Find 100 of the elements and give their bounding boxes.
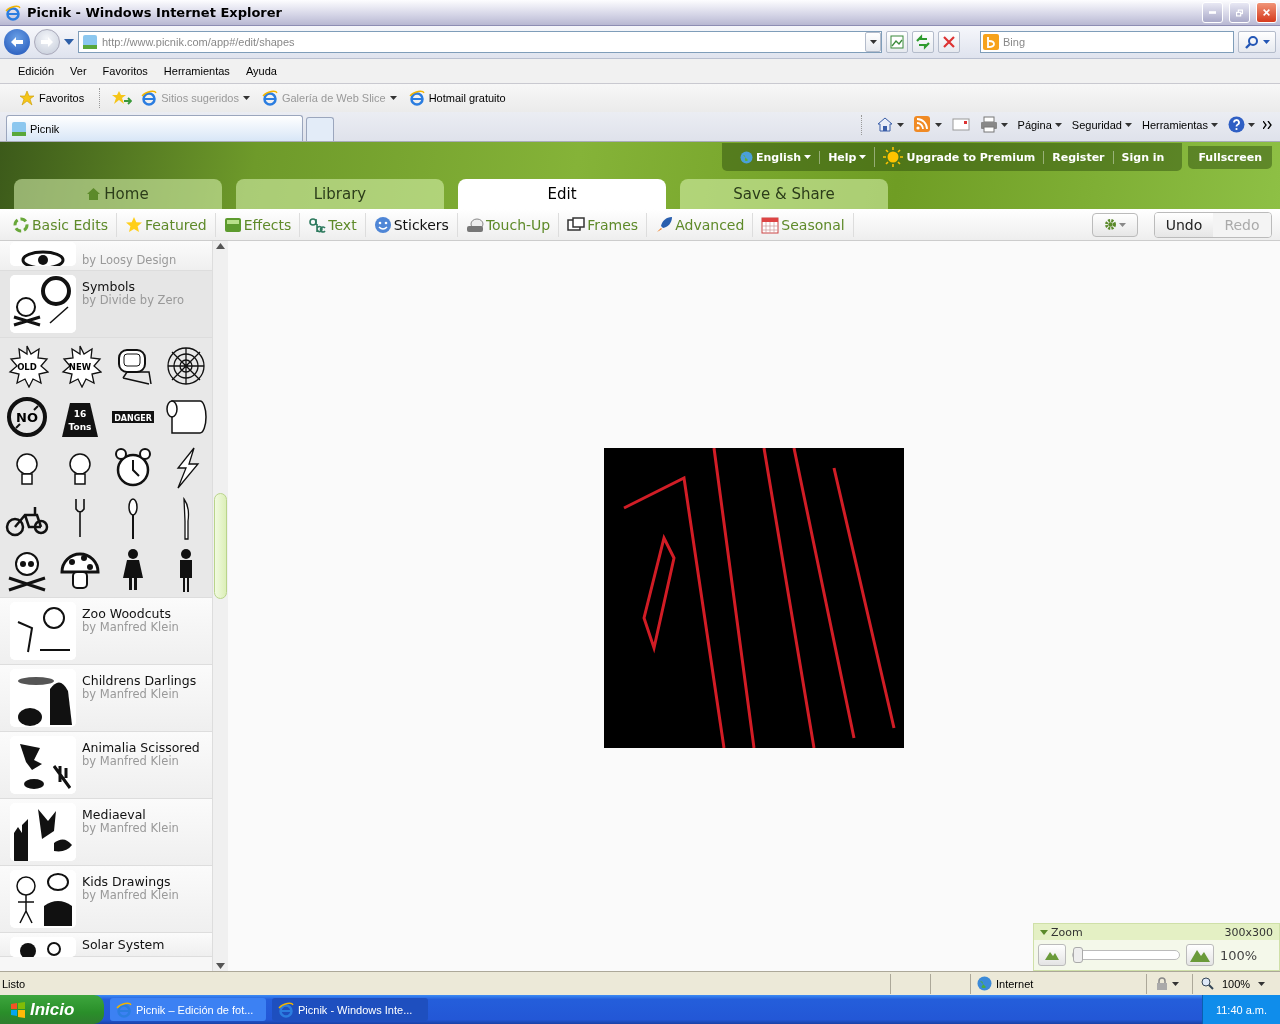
search-icon	[1244, 35, 1259, 49]
bing-logo-icon	[983, 34, 999, 50]
menu-item[interactable]: Herramientas	[155, 62, 238, 80]
main-tab[interactable]: Edit	[458, 179, 666, 209]
favorites-button[interactable]: Favoritos	[16, 88, 88, 108]
page-zoom-button[interactable]: 100%	[1199, 977, 1268, 990]
search-button[interactable]	[1238, 31, 1276, 53]
sticker-pack-item[interactable]: Childrens Darlings by Manfred Klein	[0, 665, 212, 732]
tool-tab[interactable]: Featured	[116, 212, 216, 237]
caret-icon	[1172, 981, 1179, 986]
feed-button[interactable]	[911, 116, 944, 133]
menu-item[interactable]: Edición	[10, 62, 63, 80]
pack-title: Animalia Scissored	[82, 740, 200, 755]
tool-tab[interactable]: Effects	[215, 212, 301, 237]
caret-icon	[1211, 122, 1218, 127]
image-size: 300x300	[1224, 925, 1273, 939]
pack-author: by Divide by Zero	[82, 294, 185, 307]
search-box[interactable]: Bing	[980, 31, 1234, 53]
command-menu[interactable]: Seguridad	[1069, 118, 1134, 131]
ie-logo-icon	[116, 1001, 132, 1018]
start-button[interactable]: Inicio	[0, 995, 104, 1024]
stop-button[interactable]	[938, 31, 960, 53]
back-button[interactable]	[4, 29, 30, 55]
pack-title: Childrens Darlings	[82, 673, 197, 688]
zoom-in-button[interactable]	[1186, 944, 1214, 966]
tool-tab[interactable]: Text	[300, 212, 366, 237]
collapse-caret-icon[interactable]	[1040, 929, 1048, 935]
sticker-pack-item[interactable]: Solar System	[0, 933, 212, 957]
star-icon	[19, 90, 35, 106]
address-field[interactable]: http://www.picnik.com/app#/edit/shapes	[78, 31, 882, 53]
command-menu[interactable]: Página	[1015, 118, 1064, 131]
menu-item[interactable]: Ayuda	[237, 62, 285, 80]
main-tab[interactable]: Save & Share	[680, 179, 888, 209]
favorites-link[interactable]: Hotmail gratuito	[405, 88, 509, 108]
tool-tab[interactable]: Seasonal	[753, 212, 854, 237]
mountain-icon	[1045, 950, 1059, 960]
tool-tab[interactable]: Frames	[559, 212, 648, 237]
sticker-text: 16 Tons	[68, 408, 91, 432]
refresh-ring-icon	[12, 215, 30, 234]
tool-tab[interactable]: Touch-Up	[457, 212, 560, 237]
pack-author: by Manfred Klein	[82, 621, 179, 634]
close-icon	[941, 34, 957, 50]
sticker-pack-item[interactable]: Mediaeval by Manfred Klein	[0, 799, 212, 866]
nosign-sticker[interactable]: NO	[4, 394, 49, 439]
zoom-out-button[interactable]	[1038, 944, 1066, 966]
header-link[interactable]: Help	[819, 150, 875, 164]
header-link[interactable]: Upgrade to Premium	[874, 147, 1044, 167]
fullscreen-button[interactable]: Fullscreen	[1188, 145, 1272, 169]
sticker-pack-item[interactable]: Symbols by Divide by Zero	[0, 271, 212, 338]
sticker-pack-item[interactable]: Zoo Woodcuts by Manfred Klein	[0, 598, 212, 665]
scrollbar-thumb[interactable]	[214, 493, 227, 599]
zoom-slider[interactable]	[1072, 950, 1180, 960]
caret-icon	[1248, 122, 1255, 127]
menu-item[interactable]: Ver	[62, 62, 95, 80]
main-tab[interactable]: Home	[14, 179, 222, 209]
sun-icon	[883, 147, 904, 167]
help-icon	[1228, 116, 1245, 133]
scroll-down-icon[interactable]	[216, 963, 225, 969]
sticker-text: NEW	[68, 361, 91, 372]
caret-icon	[242, 96, 250, 100]
caret-icon	[1124, 122, 1132, 127]
add-favorite-icon[interactable]	[112, 90, 133, 106]
pack-title: Kids Drawings	[82, 874, 171, 889]
pack-author: by Loosy Design	[82, 253, 177, 266]
header-link[interactable]: Register	[1043, 150, 1113, 164]
refresh-button[interactable]	[912, 31, 934, 53]
dropdown-caret-icon[interactable]	[64, 39, 74, 45]
tool-tab[interactable]: Stickers	[365, 212, 458, 237]
caret-icon	[896, 122, 904, 127]
main-tab[interactable]: Library	[236, 179, 444, 209]
picture-icon	[889, 34, 905, 50]
tool-tab[interactable]: Advanced	[647, 212, 754, 237]
sticker-pack-item[interactable]: Animalia Scissored by Manfred Klein	[0, 732, 212, 799]
sticker-pack-item[interactable]: Kids Drawings by Manfred Klein	[0, 866, 212, 933]
mail-button[interactable]	[949, 116, 972, 133]
mail-icon	[951, 116, 970, 133]
menu-item[interactable]: Favoritos	[94, 62, 156, 80]
slider-thumb[interactable]	[1073, 947, 1083, 963]
undo-button[interactable]: Undo	[1155, 212, 1213, 237]
compatibility-view-button[interactable]	[886, 31, 908, 53]
header-link[interactable]: English	[732, 150, 820, 164]
banner-sticker[interactable]: DANGER	[110, 394, 155, 439]
close-button[interactable]	[1256, 2, 1277, 23]
arrow-left-icon	[10, 36, 24, 48]
scrollbar[interactable]	[213, 241, 228, 971]
taskbar-button[interactable]: Picnik – Edición de fot...	[110, 998, 266, 1021]
address-dropdown-button[interactable]	[865, 32, 881, 52]
caret-icon	[1119, 222, 1126, 227]
home-icon	[875, 116, 894, 133]
taskbar-button[interactable]: Picnik - Windows Inte...	[272, 998, 428, 1021]
settings-button[interactable]	[1092, 212, 1138, 237]
caret-icon	[934, 122, 942, 127]
command-menu[interactable]: Herramientas	[1139, 118, 1220, 131]
help-button[interactable]	[1226, 116, 1257, 133]
scroll-up-icon[interactable]	[216, 243, 225, 249]
caret-icon	[859, 155, 867, 159]
browser-tab[interactable]: Picnik	[6, 115, 303, 141]
tool-tab[interactable]: Basic Edits	[4, 212, 117, 237]
header-link[interactable]: Sign in	[1112, 150, 1173, 164]
chevron-icon[interactable]	[1263, 120, 1272, 129]
